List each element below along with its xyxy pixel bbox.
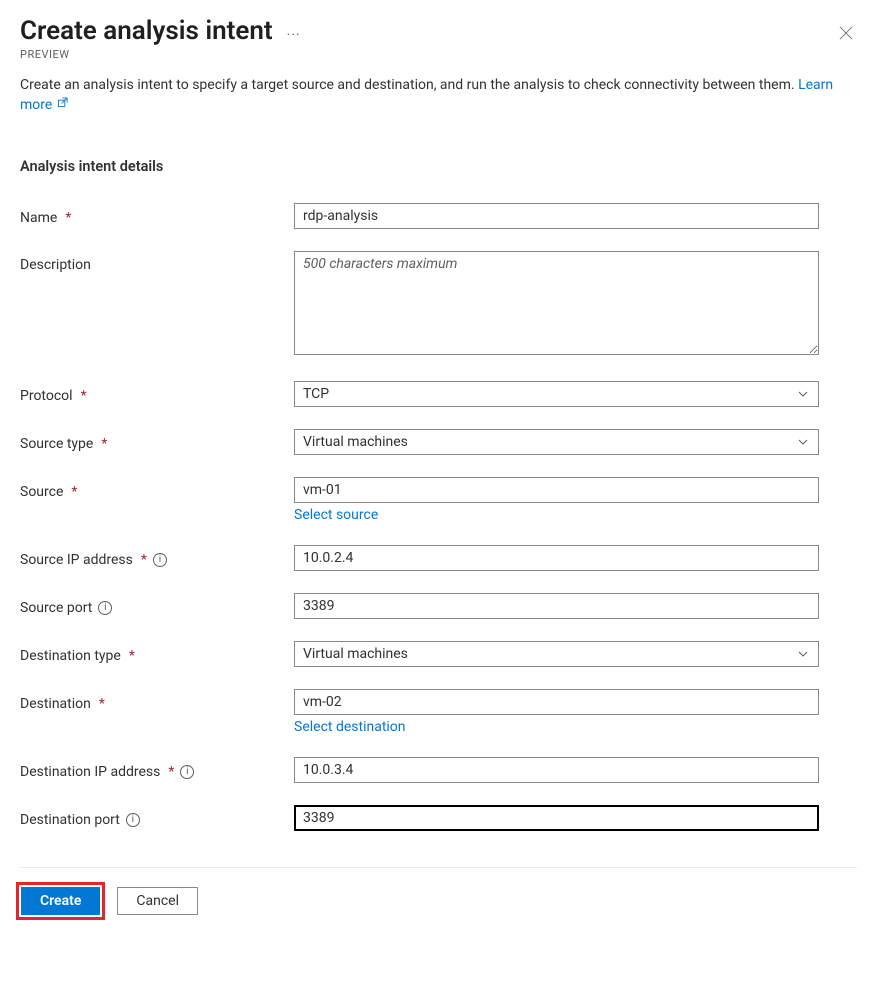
label-source-ip: Source IP address* i <box>20 545 294 575</box>
panel-header: Create analysis intent ··· <box>20 16 857 46</box>
destination-type-select[interactable]: Virtual machines <box>294 641 819 667</box>
field-protocol: TCP <box>294 381 857 429</box>
intro-text: Create an analysis intent to specify a t… <box>20 75 857 116</box>
label-destination-type: Destination type* <box>20 641 294 671</box>
label-source-type: Source type* <box>20 429 294 459</box>
info-icon[interactable]: i <box>98 601 112 615</box>
info-icon[interactable]: i <box>126 813 140 827</box>
description-textarea[interactable] <box>294 251 819 355</box>
label-source-port: Source port i <box>20 593 294 623</box>
label-protocol: Protocol* <box>20 381 294 411</box>
create-analysis-panel: Create analysis intent ··· PREVIEW Creat… <box>0 0 877 938</box>
destination-type-value: Virtual machines <box>303 646 408 662</box>
source-input[interactable] <box>294 477 819 503</box>
section-details-title: Analysis intent details <box>20 158 857 175</box>
footer: Create Cancel <box>16 868 857 938</box>
label-destination-port: Destination port i <box>20 805 294 835</box>
source-type-value: Virtual machines <box>303 434 408 450</box>
field-destination-type: Virtual machines <box>294 641 857 689</box>
form: Name* Description Protocol* TCP Source <box>20 203 857 839</box>
info-icon[interactable]: i <box>153 553 167 567</box>
cancel-button[interactable]: Cancel <box>117 887 198 915</box>
close-icon[interactable] <box>835 20 857 49</box>
field-destination-ip <box>294 757 857 805</box>
chevron-down-icon <box>796 647 810 661</box>
destination-port-input[interactable] <box>294 805 819 831</box>
name-input[interactable] <box>294 203 819 229</box>
create-button[interactable]: Create <box>21 887 100 915</box>
label-description: Description <box>20 251 294 281</box>
select-destination-link[interactable]: Select destination <box>294 719 857 735</box>
title-block: Create analysis intent ··· <box>20 16 301 46</box>
field-source-ip <box>294 545 857 593</box>
page-title: Create analysis intent <box>20 16 273 46</box>
source-ip-input[interactable] <box>294 545 819 571</box>
required-marker: * <box>65 210 71 226</box>
destination-input[interactable] <box>294 689 819 715</box>
field-name <box>294 203 857 251</box>
field-destination-port <box>294 805 857 839</box>
protocol-value: TCP <box>303 386 329 402</box>
label-destination: Destination* <box>20 689 294 719</box>
select-source-link[interactable]: Select source <box>294 507 857 523</box>
preview-badge: PREVIEW <box>20 48 857 61</box>
label-destination-ip: Destination IP address* i <box>20 757 294 787</box>
source-type-select[interactable]: Virtual machines <box>294 429 819 455</box>
more-icon[interactable]: ··· <box>287 20 301 42</box>
info-icon[interactable]: i <box>180 765 194 779</box>
chevron-down-icon <box>796 387 810 401</box>
label-name: Name* <box>20 203 294 233</box>
external-link-icon <box>54 98 68 111</box>
field-destination: Select destination <box>294 689 857 757</box>
create-highlight: Create <box>16 882 105 920</box>
protocol-select[interactable]: TCP <box>294 381 819 407</box>
destination-ip-input[interactable] <box>294 757 819 783</box>
intro-description: Create an analysis intent to specify a t… <box>20 77 795 93</box>
field-source: Select source <box>294 477 857 545</box>
label-source: Source* <box>20 477 294 507</box>
field-source-type: Virtual machines <box>294 429 857 477</box>
field-description <box>294 251 857 381</box>
field-source-port <box>294 593 857 641</box>
chevron-down-icon <box>796 435 810 449</box>
source-port-input[interactable] <box>294 593 819 619</box>
